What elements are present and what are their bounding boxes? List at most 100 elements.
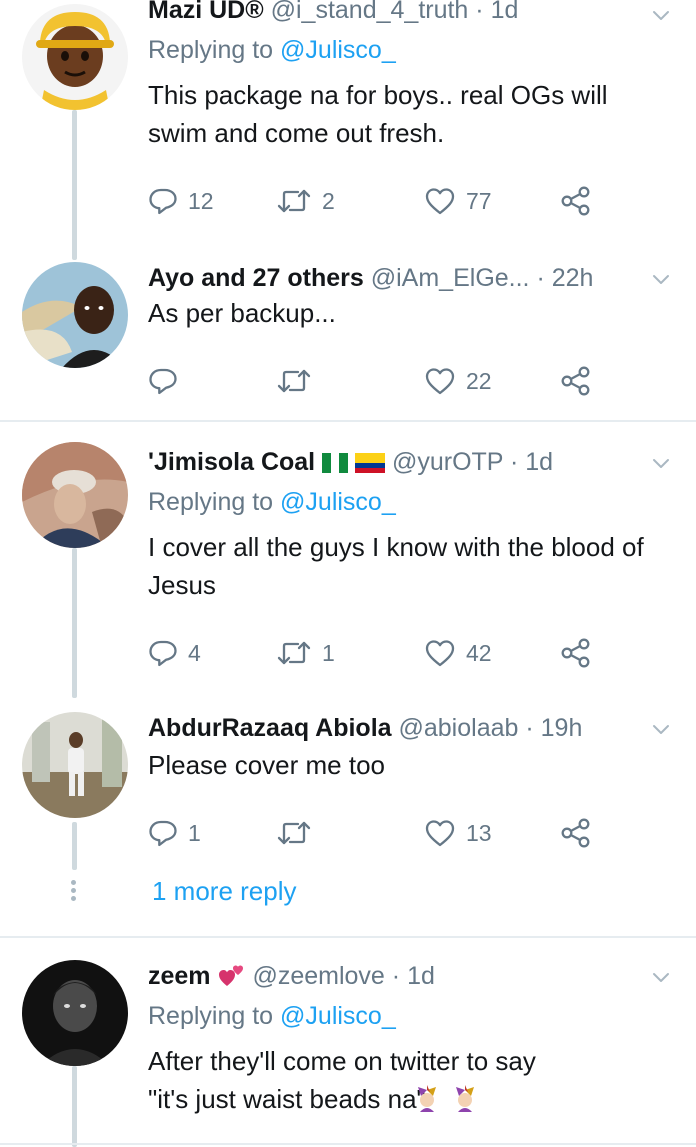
tweet[interactable]: Mazi UD® @i_stand_4_truth · 1d Replying … bbox=[0, 0, 696, 250]
user-handle[interactable]: @yurOTP bbox=[392, 448, 503, 476]
ellipsis-dots-icon bbox=[71, 880, 77, 904]
display-name[interactable]: zeem bbox=[148, 962, 211, 990]
share-icon bbox=[560, 366, 592, 396]
avatar[interactable] bbox=[22, 442, 128, 548]
share-button[interactable] bbox=[560, 364, 592, 398]
chevron-down-icon[interactable] bbox=[650, 268, 672, 290]
more-replies-link[interactable]: 1 more reply bbox=[152, 876, 297, 907]
tweet-actions: 4 1 42 bbox=[148, 636, 608, 670]
tweet-text: Please cover me too bbox=[148, 750, 386, 780]
reply-button[interactable]: 12 bbox=[148, 184, 214, 218]
separator: · bbox=[391, 962, 401, 990]
avatar[interactable] bbox=[22, 262, 128, 368]
like-count: 77 bbox=[466, 187, 492, 214]
like-icon bbox=[424, 818, 456, 848]
like-button[interactable]: 13 bbox=[424, 816, 492, 850]
tweet[interactable]: Ayo and 27 others @iAm_ElGe... · 22h As … bbox=[0, 250, 696, 420]
share-icon bbox=[560, 818, 592, 848]
tweet-header: 'Jimisola Coal @yurOTP · 1d bbox=[148, 446, 636, 478]
like-button[interactable]: 42 bbox=[424, 636, 492, 670]
user-handle[interactable]: @iAm_ElGe... bbox=[371, 264, 530, 292]
tweet-text: This package na for boys.. real OGs will… bbox=[148, 80, 608, 148]
like-count: 13 bbox=[466, 819, 492, 846]
like-icon bbox=[424, 638, 456, 668]
mention-link[interactable]: @Julisco_ bbox=[280, 1002, 396, 1030]
reply-button[interactable]: 1 bbox=[148, 816, 201, 850]
tweet[interactable]: AbdurRazaaq Abiola @abiolaab · 19h Pleas… bbox=[0, 692, 696, 862]
separator: · bbox=[475, 0, 484, 24]
display-name[interactable]: AbdurRazaaq Abiola bbox=[148, 714, 392, 742]
separator: · bbox=[525, 714, 534, 742]
reply-count: 4 bbox=[188, 639, 201, 666]
timestamp[interactable]: 19h bbox=[541, 714, 583, 742]
retweet-icon bbox=[276, 818, 312, 848]
retweet-button[interactable]: 2 bbox=[276, 184, 335, 218]
replying-to: Replying to @Julisco_ bbox=[148, 34, 396, 66]
display-name[interactable]: Mazi UD® bbox=[148, 0, 264, 24]
user-handle[interactable]: @zeemlove bbox=[252, 962, 384, 990]
tweet-actions: 1 13 bbox=[148, 816, 608, 850]
replying-prefix: Replying to bbox=[148, 36, 274, 64]
chevron-down-icon[interactable] bbox=[650, 718, 672, 740]
share-icon bbox=[560, 638, 592, 668]
tweet-header: zeem @zeemlove · 1d bbox=[148, 960, 636, 992]
like-button[interactable]: 22 bbox=[424, 364, 492, 398]
user-handle[interactable]: @i_stand_4_truth bbox=[271, 0, 469, 24]
reply-button[interactable] bbox=[148, 364, 188, 398]
tweet[interactable]: zeem @zeemlove · 1d Replying to @Julisco… bbox=[0, 938, 696, 1147]
chevron-down-icon[interactable] bbox=[650, 4, 672, 26]
replying-to: Replying to @Julisco_ bbox=[148, 1000, 396, 1032]
reply-icon bbox=[148, 638, 178, 668]
avatar[interactable] bbox=[22, 712, 128, 818]
share-button[interactable] bbox=[560, 636, 592, 670]
retweet-icon bbox=[276, 638, 312, 668]
two-hearts-icon bbox=[218, 965, 243, 986]
reply-icon bbox=[148, 366, 178, 396]
tweet[interactable]: 'Jimisola Coal @yurOTP · 1d Replying to … bbox=[0, 422, 696, 692]
retweet-icon bbox=[276, 186, 312, 216]
reply-button[interactable]: 4 bbox=[148, 636, 201, 670]
retweet-count: 2 bbox=[322, 187, 335, 214]
reply-count: 1 bbox=[188, 819, 201, 846]
like-button[interactable]: 77 bbox=[424, 184, 492, 218]
nigeria-flag-icon bbox=[322, 453, 349, 473]
avatar[interactable] bbox=[22, 960, 128, 1066]
tweet-text: As per backup... bbox=[148, 298, 336, 328]
mention-link[interactable]: @Julisco_ bbox=[280, 36, 396, 64]
tweet-header: AbdurRazaaq Abiola @abiolaab · 19h bbox=[148, 712, 636, 744]
replying-prefix: Replying to bbox=[148, 1002, 274, 1030]
like-count: 42 bbox=[466, 639, 492, 666]
timestamp[interactable]: 22h bbox=[552, 264, 594, 292]
jester-emoji-icon bbox=[456, 1085, 474, 1112]
mention-link[interactable]: @Julisco_ bbox=[280, 488, 396, 516]
retweet-count: 1 bbox=[322, 639, 335, 666]
timestamp[interactable]: 1d bbox=[407, 962, 435, 990]
like-count: 22 bbox=[466, 367, 492, 394]
replying-to: Replying to @Julisco_ bbox=[148, 486, 396, 518]
reply-count: 12 bbox=[188, 187, 214, 214]
tweet-actions: 22 bbox=[148, 364, 608, 398]
timestamp[interactable]: 1d bbox=[525, 448, 553, 476]
retweet-button[interactable] bbox=[276, 364, 322, 398]
reply-icon bbox=[148, 818, 178, 848]
display-name[interactable]: Ayo and 27 others bbox=[148, 264, 364, 292]
user-handle[interactable]: @abiolaab bbox=[399, 714, 519, 742]
display-name[interactable]: 'Jimisola Coal bbox=[148, 448, 315, 476]
chevron-down-icon[interactable] bbox=[650, 966, 672, 988]
share-button[interactable] bbox=[560, 816, 592, 850]
tweet-header: Ayo and 27 others @iAm_ElGe... · 22h bbox=[148, 262, 636, 294]
jester-emoji-icon bbox=[418, 1085, 436, 1112]
separator: · bbox=[536, 264, 545, 292]
retweet-button[interactable] bbox=[276, 816, 322, 850]
colombia-flag-icon bbox=[355, 453, 386, 473]
separator: · bbox=[510, 448, 519, 476]
like-icon bbox=[424, 366, 456, 396]
timestamp[interactable]: 1d bbox=[491, 0, 519, 24]
reply-icon bbox=[148, 186, 178, 216]
retweet-button[interactable]: 1 bbox=[276, 636, 335, 670]
share-icon bbox=[560, 186, 592, 216]
avatar[interactable] bbox=[22, 4, 128, 110]
share-button[interactable] bbox=[560, 184, 592, 218]
divider bbox=[0, 1143, 696, 1145]
chevron-down-icon[interactable] bbox=[650, 452, 672, 474]
